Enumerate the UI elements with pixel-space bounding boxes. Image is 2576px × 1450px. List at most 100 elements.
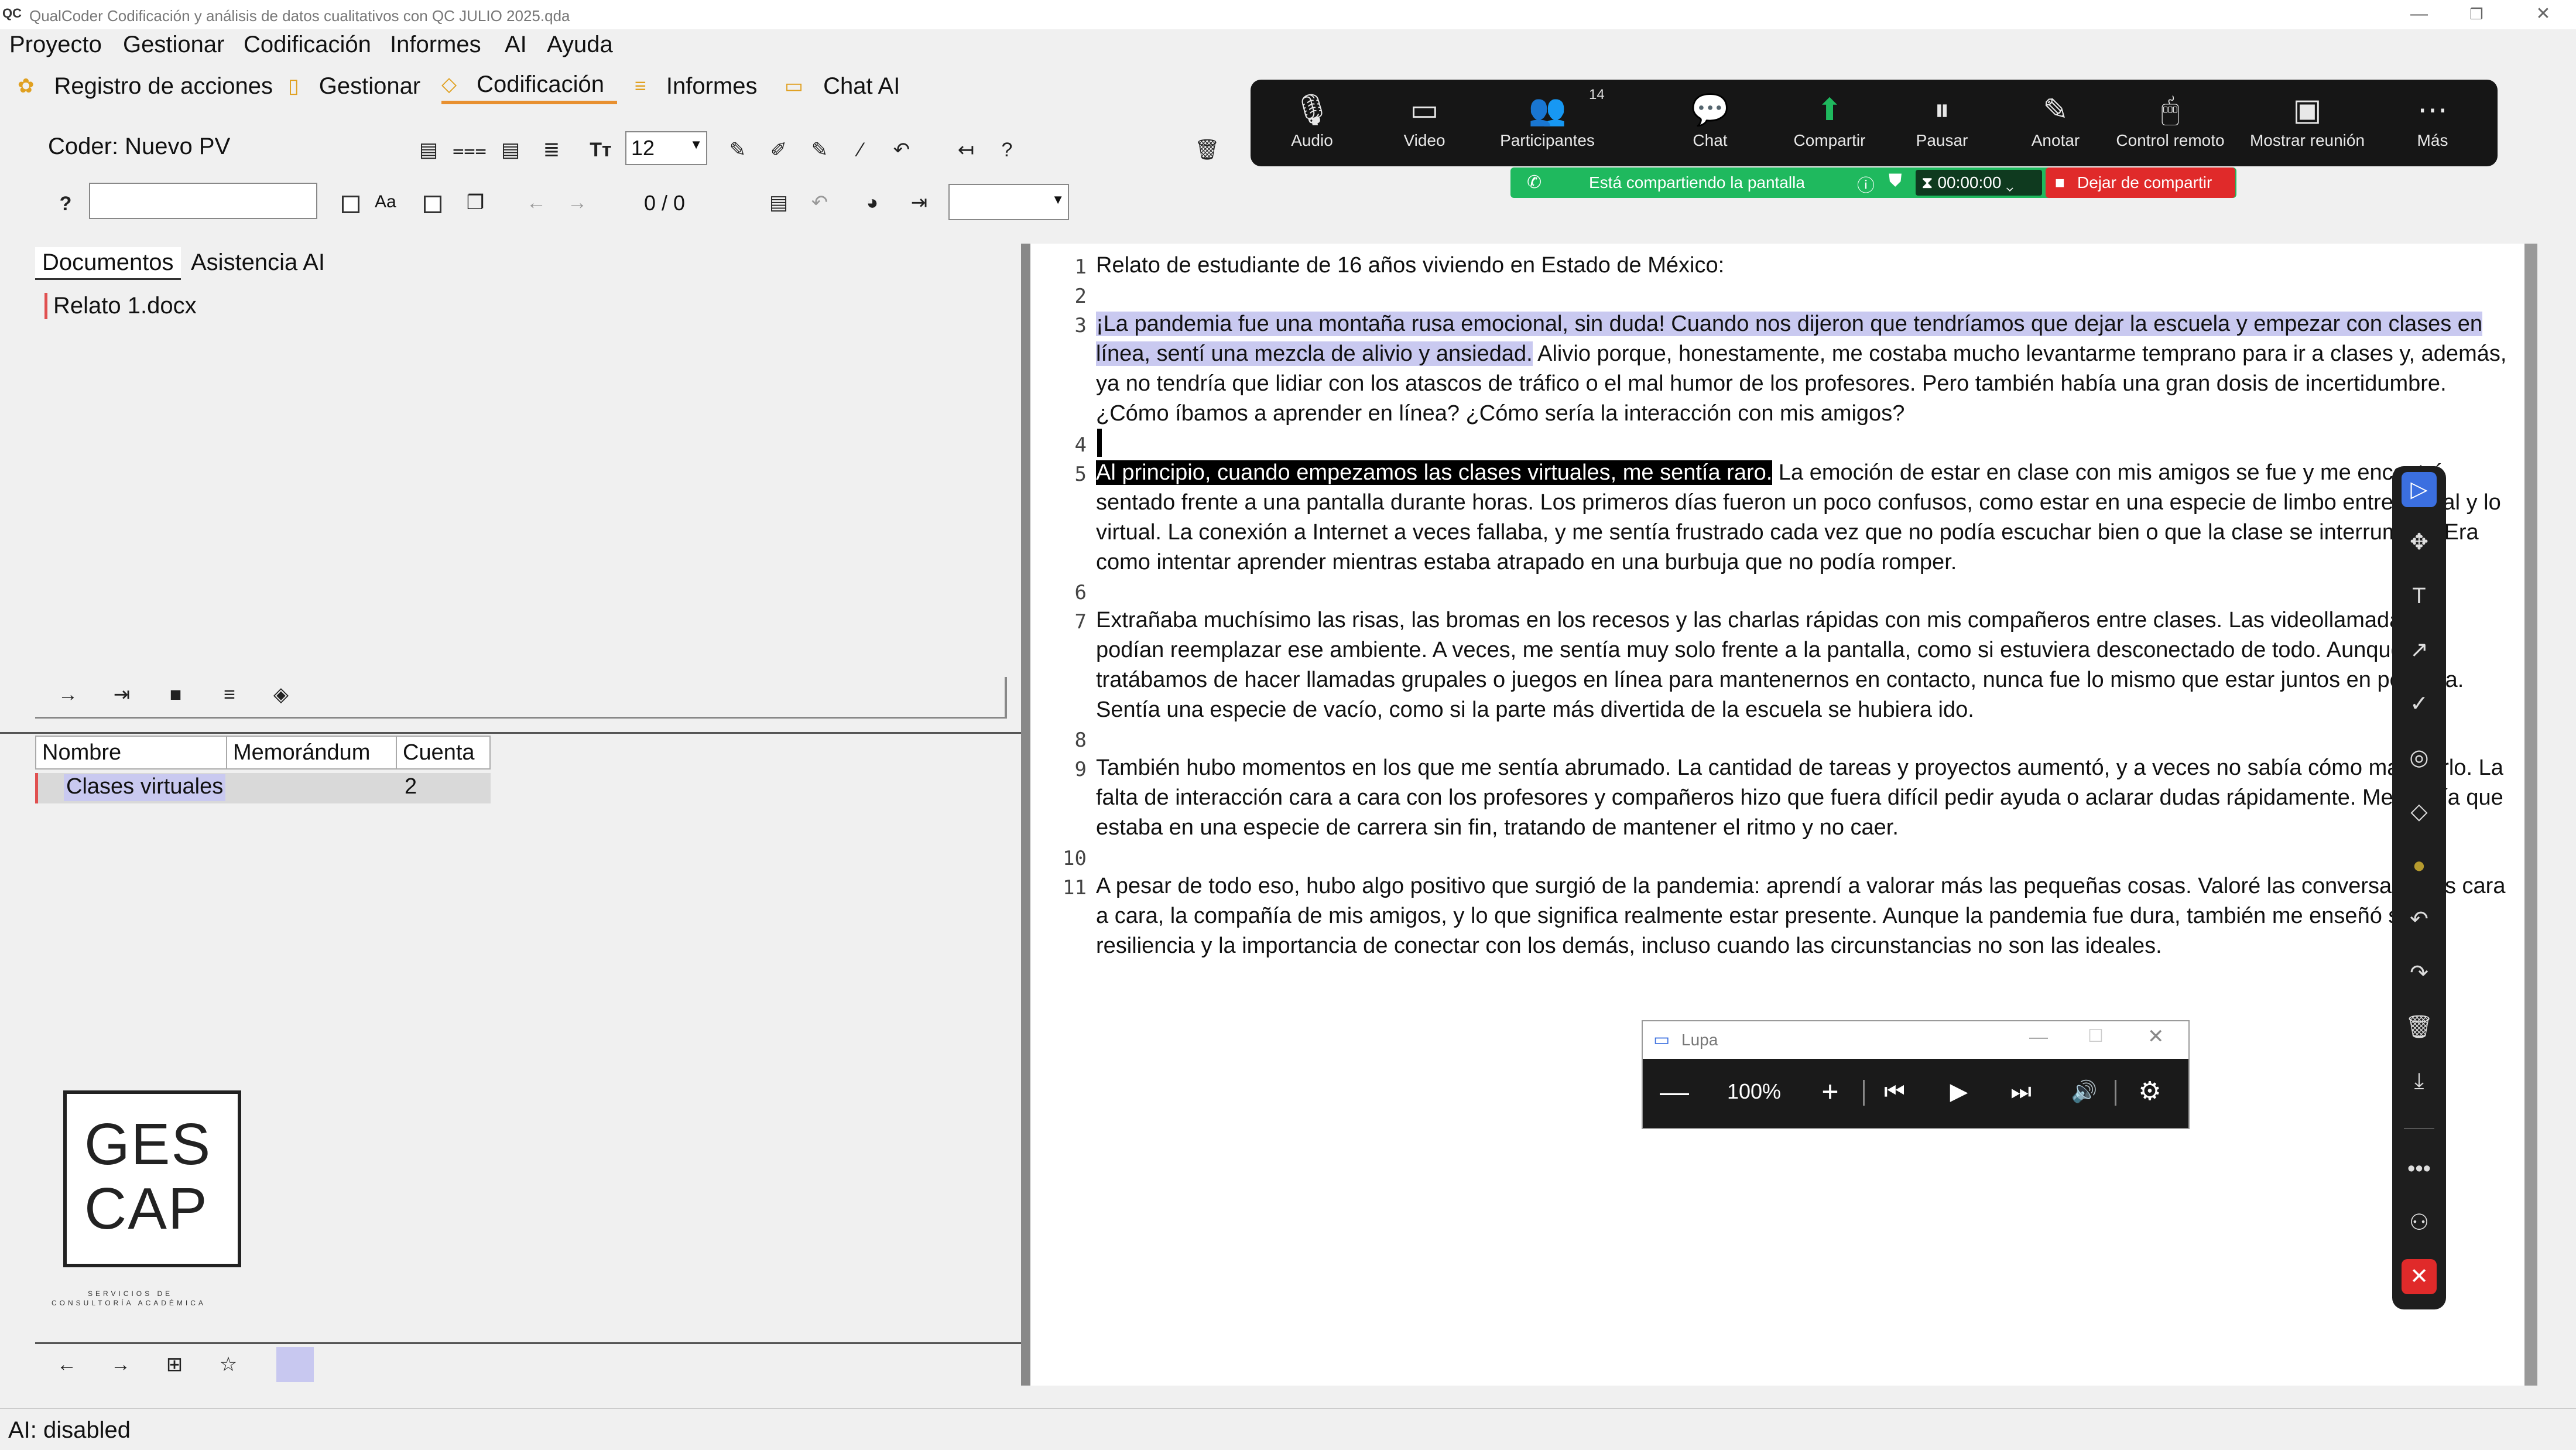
zoom-in-icon[interactable]: + xyxy=(1813,1074,1848,1109)
info-icon[interactable]: ⓘ xyxy=(1857,171,1875,197)
tab-registro[interactable]: ✿ Registro de acciones xyxy=(18,68,273,104)
code-color-swatch[interactable] xyxy=(276,1347,314,1382)
grid-icon[interactable]: ⊞ xyxy=(157,1347,192,1382)
memo-icon[interactable]: ⩶ xyxy=(452,132,487,167)
prev-arrow-icon[interactable]: ← xyxy=(519,185,554,220)
palette-icon[interactable]: ◕ xyxy=(855,185,890,220)
arrow-icon[interactable]: ↗ xyxy=(2402,632,2437,668)
scrollbar[interactable] xyxy=(2524,244,2537,1386)
tab-chat-ai[interactable]: ▭ Chat AI xyxy=(785,68,900,104)
close-button[interactable]: ✕ xyxy=(2526,2,2561,26)
undo-icon[interactable]: ↶ xyxy=(802,185,837,220)
color-icon[interactable]: ● xyxy=(2402,848,2437,883)
minimize-button[interactable]: — xyxy=(2402,2,2437,26)
close-button[interactable]: ✕ xyxy=(2147,1025,2164,1048)
select-icon[interactable]: ▷ xyxy=(2402,472,2437,507)
tab-documentos[interactable]: Documentos xyxy=(35,247,181,280)
case-checkbox[interactable] xyxy=(342,196,359,213)
spotlight-icon[interactable]: ◎ xyxy=(2402,740,2437,775)
skip-forward-icon[interactable]: ⏭ xyxy=(2003,1074,2039,1109)
filter-select[interactable]: ▼ xyxy=(948,184,1069,220)
font-size-value: 12 xyxy=(631,136,655,160)
header-nombre[interactable]: Nombre xyxy=(36,737,227,768)
text-icon[interactable]: T xyxy=(2402,579,2437,614)
move-icon[interactable]: ✥ xyxy=(2402,525,2437,560)
arrow-last-icon[interactable]: ⇥ xyxy=(104,677,139,712)
pause-button[interactable]: ⏸ Pausar xyxy=(1898,93,1986,150)
share-timer[interactable]: ⧗ 00:00:00 ⌄ xyxy=(1916,170,2042,196)
table-row[interactable]: Clases virtuales 2 xyxy=(35,773,491,803)
read-aloud-icon[interactable]: 🔊 xyxy=(2067,1074,2102,1109)
search-input[interactable] xyxy=(89,183,317,219)
document-item[interactable]: Relato 1.docx xyxy=(44,293,197,319)
zoom-item-label: Control remoto xyxy=(2116,131,2225,149)
remote-control-button[interactable]: 🖱 Control remoto xyxy=(2115,93,2226,150)
option-checkbox[interactable] xyxy=(424,196,441,213)
note-icon[interactable]: ▤ xyxy=(761,185,796,220)
zoom-out-icon[interactable]: — xyxy=(1657,1074,1692,1109)
menu-proyecto[interactable]: Proyecto xyxy=(9,32,102,58)
selected-segment[interactable]: Al principio, cuando empezamos las clase… xyxy=(1096,460,1773,485)
line-icon[interactable]: ⁄ xyxy=(843,132,878,167)
arrow-right-icon[interactable]: → xyxy=(103,1347,138,1382)
undo-icon[interactable]: ↶ xyxy=(884,132,919,167)
restore-button[interactable]: ❐ xyxy=(2459,2,2494,26)
tab-informes[interactable]: ≡ Informes xyxy=(635,68,757,104)
help-icon[interactable]: ? xyxy=(48,186,83,221)
help-icon[interactable]: ? xyxy=(989,132,1025,167)
menu-codificacion[interactable]: Codificación xyxy=(244,32,371,58)
more-button[interactable]: ⋯ Más xyxy=(2389,93,2476,150)
menu-ai[interactable]: AI xyxy=(505,32,527,58)
files-icon[interactable]: ❐ xyxy=(458,185,493,220)
trash-icon[interactable]: 🗑 xyxy=(1190,132,1225,167)
export-icon[interactable]: ⇥ xyxy=(902,185,937,220)
chat-button[interactable]: 💬 Chat xyxy=(1666,93,1754,150)
check-icon[interactable]: ✓ xyxy=(2402,686,2437,721)
list-icon[interactable]: ≡ xyxy=(212,677,247,712)
show-meeting-button[interactable]: ▣ Mostrar reunión xyxy=(2246,93,2369,150)
minimize-button[interactable]: — xyxy=(2029,1026,2048,1048)
more-icon[interactable]: ••• xyxy=(2402,1151,2437,1186)
play-icon[interactable]: ▶ xyxy=(1941,1074,1976,1109)
stop-icon: ■ xyxy=(2055,173,2065,191)
arrow-right-icon[interactable]: → xyxy=(50,677,85,712)
left-panel: Documentos Asistencia AI Relato 1.docx →… xyxy=(0,244,1030,1415)
search-list-icon[interactable]: ≣ xyxy=(534,132,569,167)
eraser-icon[interactable]: ◇ xyxy=(2402,794,2437,829)
video-button[interactable]: ▭ Video xyxy=(1381,93,1468,150)
tab-asistencia-ai[interactable]: Asistencia AI xyxy=(184,247,332,278)
redo-icon[interactable]: ↷ xyxy=(2402,956,2437,991)
maximize-button[interactable]: ☐ xyxy=(2088,1026,2104,1047)
edit-memo-icon[interactable]: ▤ xyxy=(493,132,528,167)
undo-icon[interactable]: ↶ xyxy=(2402,902,2437,937)
audio-button[interactable]: 🎙 Audio xyxy=(1268,93,1356,150)
annotate-button[interactable]: ✎ Anotar xyxy=(2012,93,2099,150)
mark-secondary-icon[interactable]: ✐ xyxy=(761,132,796,167)
header-memorandum[interactable]: Memorándum xyxy=(227,737,397,768)
header-cuenta[interactable]: Cuenta xyxy=(397,737,489,768)
annotate-icon[interactable]: ▤ xyxy=(411,132,446,167)
unmark-icon[interactable]: ✎ xyxy=(802,132,837,167)
menu-informes[interactable]: Informes xyxy=(390,32,481,58)
close-icon[interactable]: ✕ xyxy=(2402,1259,2437,1294)
next-arrow-icon[interactable]: → xyxy=(560,185,595,220)
menu-ayuda[interactable]: Ayuda xyxy=(547,32,613,58)
share-button[interactable]: ⬆ Compartir xyxy=(1786,93,1873,150)
settings-icon[interactable]: ⚙ xyxy=(2132,1074,2167,1109)
stop-sharing-button[interactable]: ■ Dejar de compartir xyxy=(2046,167,2235,198)
tab-codificacion[interactable]: ◇ Codificación xyxy=(441,68,618,104)
tab-gestionar[interactable]: ▯ Gestionar xyxy=(288,68,420,104)
bookmark-icon[interactable]: ■ xyxy=(158,677,193,712)
trash-icon[interactable]: 🗑 xyxy=(2402,1010,2437,1045)
participants-button[interactable]: 👥 Participantes xyxy=(1492,93,1603,150)
star-icon[interactable]: ☆ xyxy=(211,1347,246,1382)
arrow-left-icon[interactable]: ← xyxy=(49,1347,84,1382)
tag-icon[interactable]: ◈ xyxy=(263,677,299,712)
font-size-select[interactable]: 12 ▼ xyxy=(625,131,707,165)
download-icon[interactable]: ⤓ xyxy=(2402,1063,2437,1099)
skip-back-icon[interactable]: ⏮ xyxy=(1877,1074,1912,1109)
menu-gestionar[interactable]: Gestionar xyxy=(123,32,224,58)
mark-icon[interactable]: ✎ xyxy=(720,132,755,167)
person-settings-icon[interactable]: ⚇ xyxy=(2402,1205,2437,1240)
back-icon[interactable]: ↤ xyxy=(948,132,984,167)
